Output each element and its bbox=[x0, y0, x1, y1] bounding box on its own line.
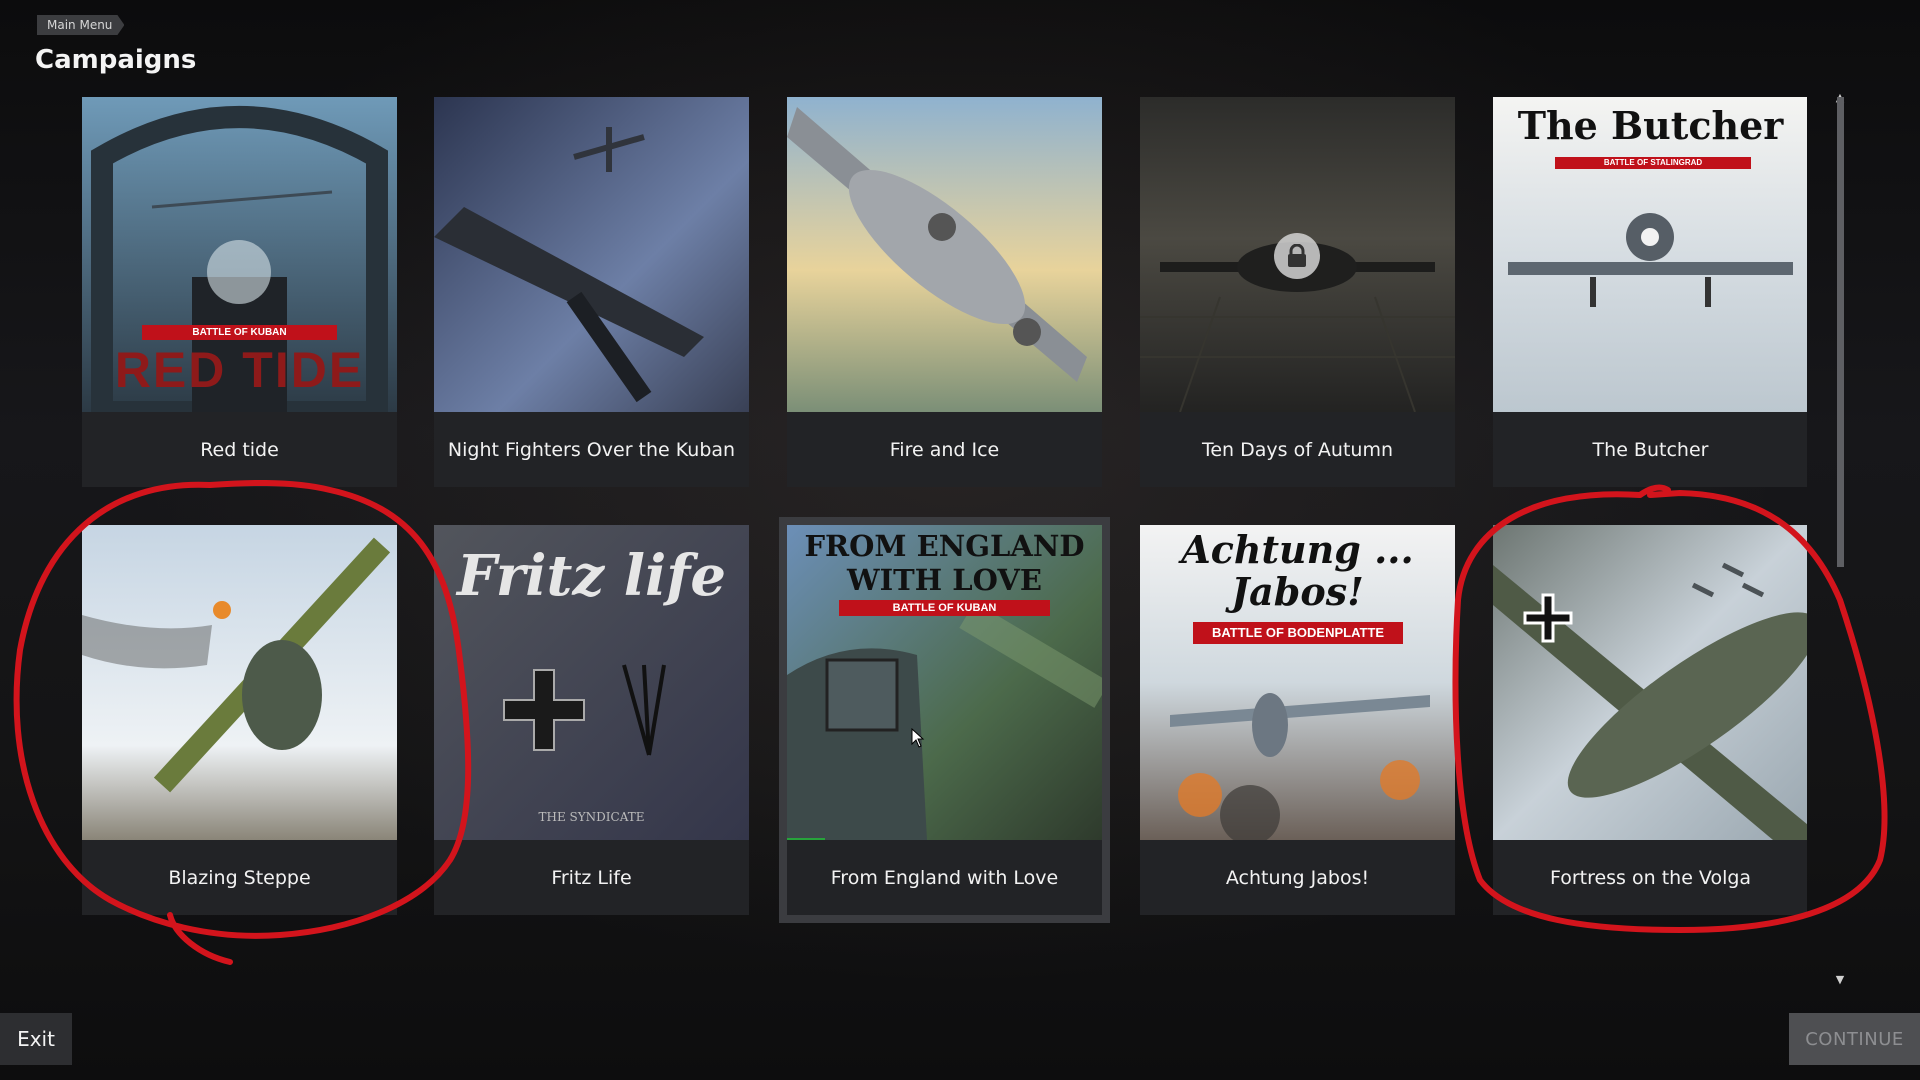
art-title: Fritz life bbox=[457, 543, 726, 609]
campaign-title: Fire and Ice bbox=[787, 412, 1102, 487]
art-credit: THE SYNDICATE bbox=[538, 810, 645, 824]
campaign-image bbox=[1493, 525, 1807, 840]
art-title-line1: FROM ENGLAND bbox=[804, 529, 1085, 563]
campaign-card-the-butcher[interactable]: The Butcher BATTLE OF STALINGRAD The But… bbox=[1493, 97, 1807, 487]
art-title-line1: Achtung ... bbox=[1181, 527, 1414, 572]
campaign-title: Blazing Steppe bbox=[82, 840, 397, 915]
scroll-down-icon[interactable]: ▼ bbox=[1831, 974, 1849, 986]
campaign-grid: BATTLE OF KUBAN RED TIDE Red tide Night … bbox=[82, 97, 1807, 990]
campaign-image bbox=[434, 97, 749, 412]
campaign-image: The Butcher BATTLE OF STALINGRAD bbox=[1493, 97, 1807, 412]
campaign-title: Red tide bbox=[82, 412, 397, 487]
campaign-card-blazing-steppe[interactable]: Blazing Steppe bbox=[82, 525, 397, 915]
campaign-image bbox=[1140, 97, 1455, 412]
art-banner: BATTLE OF STALINGRAD bbox=[1555, 157, 1751, 169]
breadcrumb-main-menu[interactable]: Main Menu bbox=[37, 15, 124, 35]
campaign-image: Fritz life THE SYNDICATE bbox=[434, 525, 749, 840]
campaign-image: FROM ENGLAND WITH LOVE BATTLE OF KUBAN bbox=[787, 525, 1102, 840]
lock-icon bbox=[1274, 233, 1320, 279]
art-title-line2: WITH LOVE bbox=[847, 563, 1042, 597]
campaign-title: Achtung Jabos! bbox=[1140, 840, 1455, 915]
campaign-title: The Butcher bbox=[1493, 412, 1807, 487]
scrollbar-thumb[interactable] bbox=[1837, 97, 1844, 567]
campaign-title: Night Fighters Over the Kuban bbox=[434, 412, 749, 487]
campaign-card-ten-days-of-autumn[interactable]: Ten Days of Autumn bbox=[1140, 97, 1455, 487]
art-title: The Butcher bbox=[1517, 103, 1784, 148]
campaign-image bbox=[787, 97, 1102, 412]
art-title: RED TIDE bbox=[114, 342, 365, 398]
campaign-title: Fortress on the Volga bbox=[1493, 840, 1807, 915]
campaign-card-from-england-with-love[interactable]: FROM ENGLAND WITH LOVE BATTLE OF KUBAN F… bbox=[779, 517, 1110, 923]
art-banner: BATTLE OF KUBAN bbox=[142, 325, 337, 340]
campaign-title: Fritz Life bbox=[434, 840, 749, 915]
mouse-cursor-icon bbox=[911, 728, 925, 748]
art-banner: BATTLE OF BODENPLATTE bbox=[1193, 622, 1403, 644]
campaign-card-night-fighters[interactable]: Night Fighters Over the Kuban bbox=[434, 97, 749, 487]
campaign-title: Ten Days of Autumn bbox=[1140, 412, 1455, 487]
campaign-card-achtung-jabos[interactable]: Achtung ... Jabos! BATTLE OF BODENPLATTE… bbox=[1140, 525, 1455, 915]
exit-button[interactable]: Exit bbox=[0, 1013, 72, 1065]
campaign-card-red-tide[interactable]: BATTLE OF KUBAN RED TIDE Red tide bbox=[82, 97, 397, 487]
campaign-image: BATTLE OF KUBAN RED TIDE bbox=[82, 97, 397, 412]
campaign-card-fortress-on-the-volga[interactable]: Fortress on the Volga bbox=[1493, 525, 1807, 915]
campaign-card-fire-and-ice[interactable]: Fire and Ice bbox=[787, 97, 1102, 487]
campaign-image: Achtung ... Jabos! BATTLE OF BODENPLATTE bbox=[1140, 525, 1455, 840]
page-title: Campaigns bbox=[35, 45, 197, 75]
art-banner: BATTLE OF KUBAN bbox=[839, 600, 1050, 616]
continue-button[interactable]: CONTINUE bbox=[1789, 1013, 1920, 1065]
header: Main Menu Campaigns bbox=[0, 0, 1920, 96]
campaign-image bbox=[82, 525, 397, 840]
campaign-title: From England with Love bbox=[787, 840, 1102, 915]
campaign-card-fritz-life[interactable]: Fritz life THE SYNDICATE Fritz Life bbox=[434, 525, 749, 915]
art-title-line2: Jabos! bbox=[1231, 569, 1364, 614]
